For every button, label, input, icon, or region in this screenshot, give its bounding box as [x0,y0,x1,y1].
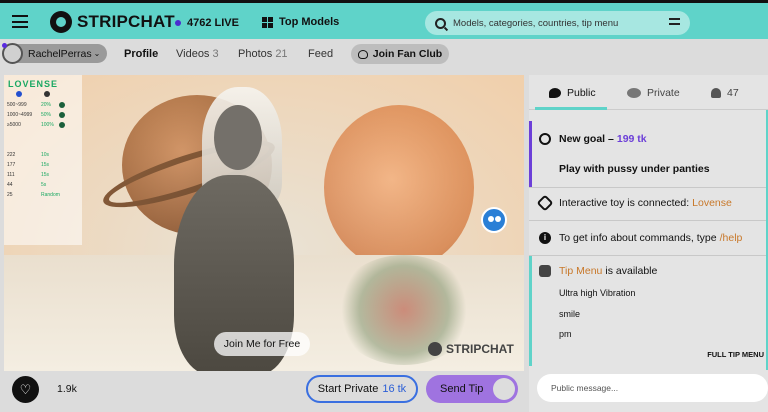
tab-photos-count: 21 [275,48,288,60]
model-chip[interactable]: RachelPerras ⌄ [2,43,107,64]
model-name: RachelPerras [28,47,92,60]
tab-feed[interactable]: Feed [308,48,333,60]
lovense-level-row: 500~999 20% [7,100,82,110]
tab-photos[interactable]: Photos 21 [238,48,288,60]
goal-text: Play with pussy under panties [559,163,710,175]
tip-menu-item[interactable]: pm [559,329,572,339]
clock-icon [44,91,50,97]
tip-jar-icon [493,378,515,400]
goal-amount: 199 tk [616,133,647,145]
lovense-pattern-row: 44 5s [7,182,47,188]
tab-photos-label: Photos [238,48,273,60]
hamburger-menu-icon[interactable] [12,15,28,28]
target-icon [539,133,551,145]
link-icon [536,194,554,212]
search-bar[interactable] [425,11,690,35]
tab-profile-label: Profile [124,48,159,60]
search-input[interactable] [453,17,663,29]
live-count-label: 4762 LIVE [187,17,239,29]
goal-message: New goal – 199 tk [539,133,647,145]
fan-club-label: Join Fan Club [372,48,443,60]
start-private-label: Start Private [317,383,379,395]
top-bar: STRIPCHAT 4762 LIVE Top Models [0,0,768,39]
live-count[interactable]: 4762 LIVE [175,17,239,29]
like-count: 1.9k [57,383,77,395]
lovense-panel: LOVENSE 500~999 20% 1000~4999 50% ≥5000 100… [4,75,82,245]
chat-panel: Public Private 47 New goal – 199 tk Play… [529,75,768,412]
avatar [2,43,23,64]
lovense-pattern-row: 111 15s [7,172,50,178]
player-controls: ♡ 1.9k Start Private 16 tk Send Tip [4,371,524,408]
stripchat-logo-icon [50,11,72,33]
lovense-level-row: ≥5000 100% [7,120,82,130]
send-tip-label: Send Tip [440,383,484,395]
full-tip-menu-link[interactable]: FULL TIP MENU [707,350,764,359]
brand-name: STRIPCHAT [77,12,175,31]
stripchat-logo-icon [428,342,442,356]
heart-eyes-emoji-icon[interactable] [481,207,507,233]
info-icon: i [539,232,551,244]
private-price: 16 tk [382,383,407,395]
tab-public-chat[interactable]: Public [549,87,596,99]
lovense-pattern-row: 25 Random [7,192,60,198]
lovense-pattern-row: 177 15s [7,162,50,168]
tab-private-chat[interactable]: Private [627,87,680,99]
start-private-button[interactable]: Start Private 16 tk [306,375,418,403]
tab-videos[interactable]: Videos 3 [176,48,219,60]
heart-icon: ♡ [19,381,32,397]
like-button[interactable]: ♡ [12,376,39,403]
tip-menu-icon [539,265,551,277]
chat-input-box[interactable] [537,374,768,402]
filter-icon[interactable] [669,18,680,28]
tip-menu-item[interactable]: Ultra high Vibration [559,288,635,298]
tab-feed-label: Feed [308,48,334,60]
chevron-down-icon: ⌄ [93,49,101,58]
toy-connected-message: Interactive toy is connected: Lovense [536,194,732,212]
tab-users[interactable]: 47 [711,87,739,99]
top-models-label: Top Models [279,16,340,28]
user-icon [711,88,721,98]
token-icon [16,91,22,97]
lovense-title: LOVENSE [8,79,59,89]
join-fan-club-button[interactable]: Join Fan Club [351,44,449,64]
help-info-message: i To get info about commands, type /help [539,232,742,244]
lovense-level-row: 1000~4999 50% [7,110,82,120]
join-me-for-free-button[interactable]: Join Me for Free [214,332,310,356]
grid-icon [262,16,273,28]
tab-profile[interactable]: Profile [124,48,158,60]
send-tip-button[interactable]: Send Tip [426,375,518,403]
public-message-input[interactable] [551,383,751,393]
tip-menu-message: Tip Menu is available [539,265,657,277]
chat-bubble-icon [549,88,561,98]
tab-videos-label: Videos [176,48,210,60]
tab-videos-count: 3 [212,48,219,60]
search-icon [435,17,446,29]
live-dot-icon [175,20,181,26]
chat-bubbles-icon [627,88,641,98]
logo[interactable]: STRIPCHAT [50,11,175,33]
heart-diamond-icon [357,49,368,59]
lovense-pattern-row: 222 10s [7,152,50,158]
chat-tabs: Public Private 47 [529,75,768,110]
video-player[interactable] [4,75,524,371]
tip-menu-item[interactable]: smile [559,309,580,319]
stripchat-watermark: STRIPCHAT [428,342,514,356]
top-models-link[interactable]: Top Models [262,16,339,28]
